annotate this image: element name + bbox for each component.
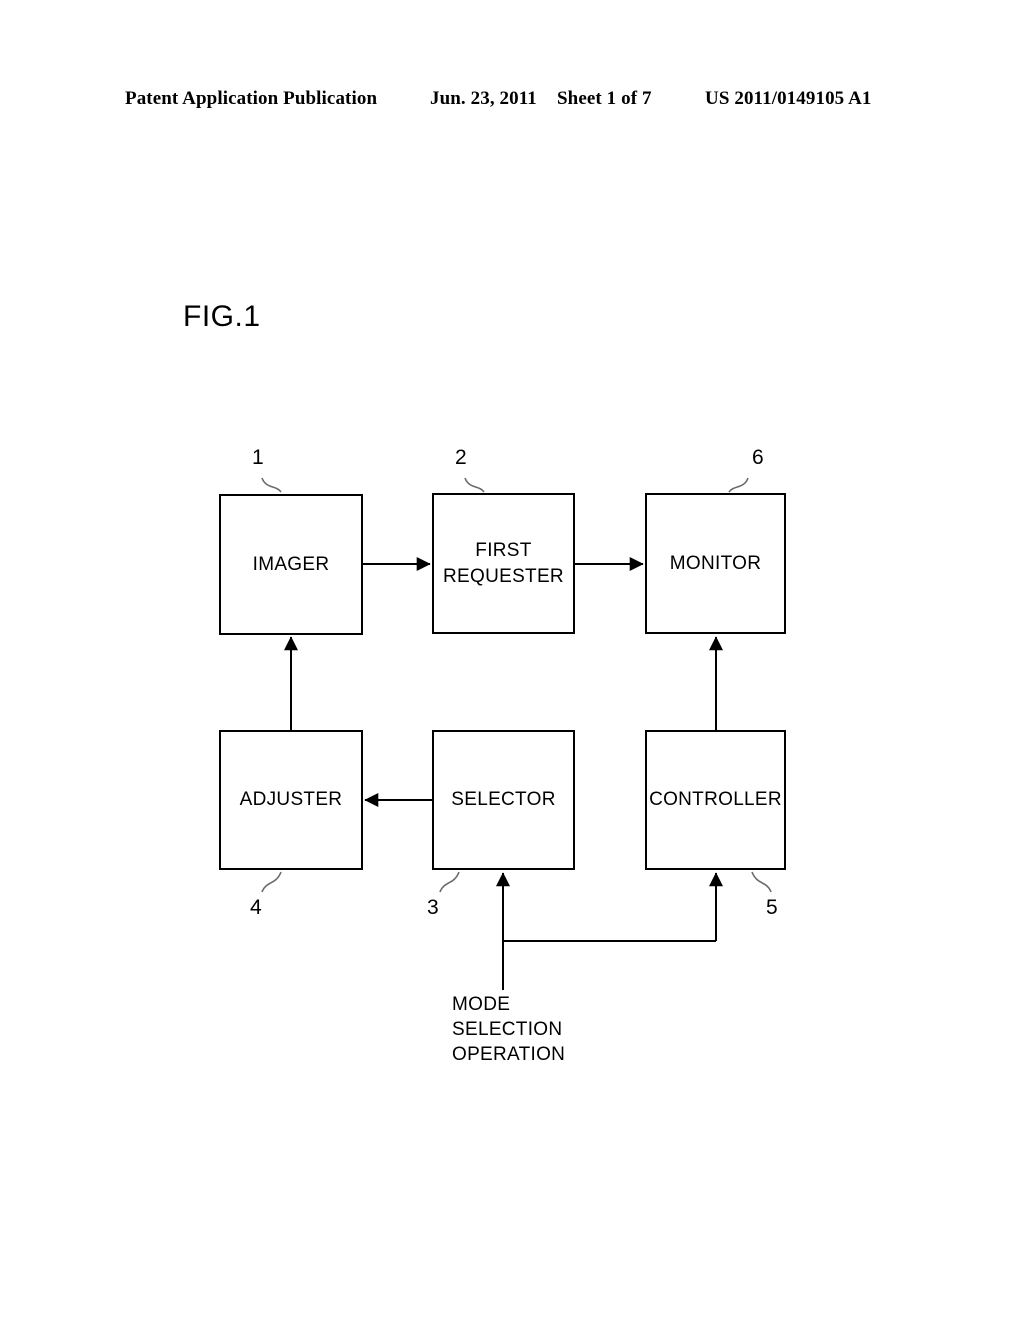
reference-numeral-requester: 2 [455,446,467,469]
leader-line-ref-2 [464,477,485,493]
leader-line-ref-6 [728,477,749,493]
reference-numeral-imager: 1 [252,446,264,469]
leader-line-ref-5 [751,871,772,893]
block-adjuster[interactable]: ADJUSTER [219,730,363,870]
reference-numeral-adjuster: 4 [250,896,262,919]
block-monitor[interactable]: MONITOR [645,493,786,634]
block-imager[interactable]: IMAGER [219,494,363,635]
leader-line-ref-1 [261,477,282,493]
leader-line-ref-3 [439,871,460,893]
block-controller-label: CONTROLLER [649,789,782,811]
block-selector-label: SELECTOR [451,789,556,811]
reference-numeral-selector: 3 [427,896,439,919]
block-imager-label: IMAGER [252,553,330,575]
block-first-requester-label: FIRST REQUESTER [443,539,564,587]
block-adjuster-label: ADJUSTER [239,789,343,811]
diagram-connectors-svg [261,477,772,990]
block-monitor-label: MONITOR [669,552,762,574]
block-diagram: IMAGER FIRST REQUESTER MONITOR ADJUSTER … [0,0,1024,1320]
reference-numeral-controller: 5 [766,896,778,919]
leader-line-ref-4 [261,871,282,893]
block-first-requester[interactable]: FIRST REQUESTER [432,493,575,634]
block-controller[interactable]: CONTROLLER [645,730,786,870]
reference-numeral-monitor: 6 [752,446,764,469]
mode-selection-operation-label: MODE SELECTION OPERATION [452,994,566,1066]
block-selector[interactable]: SELECTOR [432,730,575,870]
